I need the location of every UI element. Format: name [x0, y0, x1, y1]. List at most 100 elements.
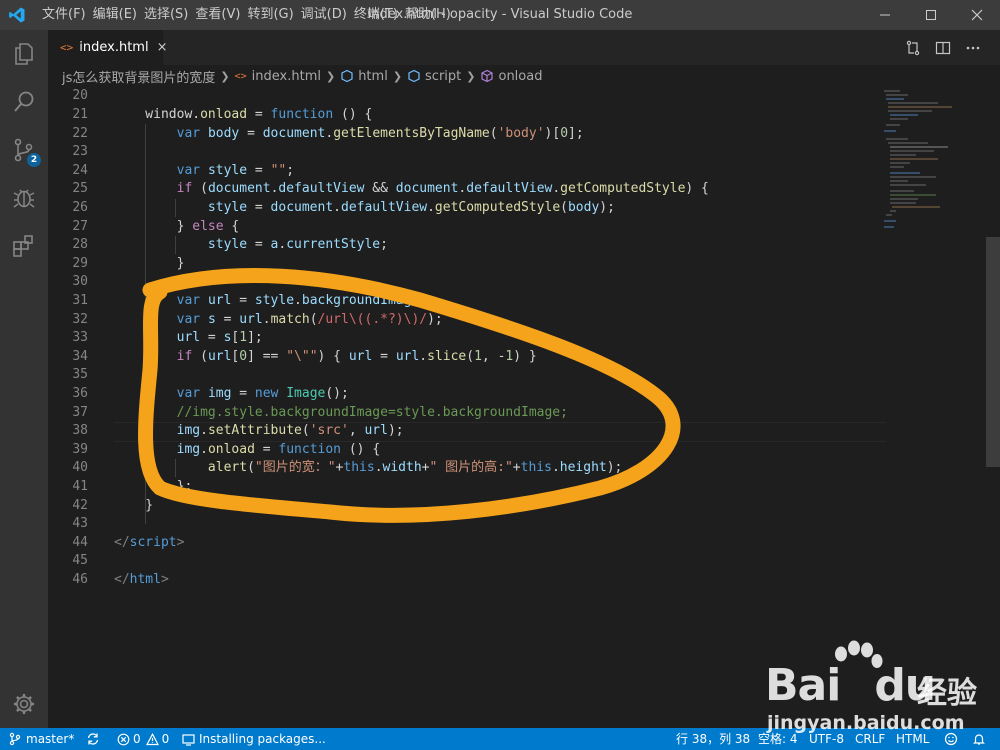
line-number: 41: [72, 479, 88, 494]
code-line-28: style = a.currentStyle;: [207, 237, 388, 253]
tab-label: index.html: [79, 40, 149, 55]
files-icon: [15, 43, 33, 65]
menu-go[interactable]: 转到(G): [247, 0, 300, 30]
code-line-37: //img.style.backgroundImage=style.backgr…: [176, 404, 568, 420]
tab-bar: <> index.html ×: [48, 30, 1000, 65]
manage-button[interactable]: [0, 680, 48, 728]
maximize-button[interactable]: [908, 0, 954, 30]
output-icon: [182, 733, 195, 746]
title-bar: 文件(F) 编辑(E) 选择(S) 查看(V) 转到(G) 调试(D) 终端(T…: [0, 0, 1000, 30]
code-line-44: </script>: [114, 534, 185, 550]
menu-terminal[interactable]: 终端(T): [354, 0, 405, 30]
branch-label: master*: [26, 732, 75, 746]
code-line-46: </html>: [114, 572, 169, 587]
sync-button[interactable]: [86, 728, 100, 750]
breadcrumb-file-label: index.html: [251, 68, 321, 84]
minimize-icon: [880, 14, 890, 16]
line-number: 44: [72, 534, 88, 550]
breadcrumb-onload[interactable]: onload: [480, 69, 542, 84]
task-status[interactable]: Installing packages...: [182, 728, 326, 750]
breadcrumb-html[interactable]: html: [340, 69, 388, 84]
menu-view[interactable]: 查看(V): [195, 0, 247, 30]
breadcrumb-folder[interactable]: js怎么获取背景图片的宽度: [62, 67, 215, 86]
vertical-scrollbar[interactable]: [986, 237, 1000, 467]
symbol-element-icon: [341, 69, 353, 83]
breadcrumb-script[interactable]: script: [407, 69, 461, 84]
line-number: 30: [72, 274, 88, 290]
line-number: 43: [72, 516, 88, 532]
problems-status[interactable]: 0 0: [117, 728, 169, 750]
search-button[interactable]: [0, 78, 48, 126]
code-line-26: style = document.defaultView.getComputed…: [207, 200, 615, 215]
chevron-right-icon: ❯: [466, 69, 476, 83]
menu-file[interactable]: 文件(F): [42, 0, 93, 30]
line-number: 40: [72, 460, 88, 476]
sync-icon: [87, 733, 99, 745]
code-line-24: var style = "";: [176, 162, 295, 178]
line-number: 20: [72, 88, 88, 104]
code-line-22: var body = document.getElementsByTagName…: [176, 125, 584, 141]
watermark-url: jingyan.baidu.com: [767, 712, 965, 734]
tab-index-html[interactable]: <> index.html ×: [48, 30, 167, 65]
code-line-36: var img = new Image();: [176, 386, 349, 401]
error-icon: [117, 733, 130, 745]
line-number: 25: [72, 181, 88, 197]
line-number: 22: [72, 125, 88, 141]
line-number: 24: [72, 162, 88, 178]
menu-edit[interactable]: 编辑(E): [93, 0, 144, 30]
code-line-33: url = s[1];: [176, 330, 263, 346]
code-line-27: } else {: [114, 218, 240, 234]
extensions-button[interactable]: [0, 222, 48, 270]
line-number: 31: [72, 293, 88, 308]
search-icon: [14, 91, 34, 112]
line-number: 21: [72, 107, 88, 122]
close-window-button[interactable]: [954, 0, 1000, 30]
open-changes-button[interactable]: [898, 30, 928, 65]
gear-icon: [14, 694, 34, 714]
line-number: 32: [72, 311, 88, 327]
line-number: 36: [72, 386, 88, 401]
code-line-40: alert("图片的宽："+this.width+" 图片的高:"+this.h…: [207, 460, 623, 476]
chevron-right-icon: ❯: [220, 69, 230, 83]
line-number: 37: [72, 404, 88, 420]
line-number: 35: [72, 367, 88, 383]
baidu-logo-text: Bai du: [765, 660, 936, 711]
code-line-31: var url = style.backgroundImage;: [176, 293, 428, 308]
code-line-38: img.setAttribute('src', url);: [176, 423, 404, 439]
html-file-icon: <>: [60, 41, 74, 54]
minimap[interactable]: [878, 87, 988, 728]
menu-selection[interactable]: 选择(S): [144, 0, 195, 30]
explorer-button[interactable]: [0, 30, 48, 78]
breadcrumb-file[interactable]: <> index.html: [235, 69, 321, 84]
line-number: 34: [72, 348, 88, 364]
vscode-logo-icon: [9, 7, 25, 23]
more-actions-button[interactable]: [958, 30, 988, 65]
cursor-position[interactable]: 行 38，列 38: [676, 728, 750, 750]
git-branch-icon: [9, 732, 21, 746]
menu-help[interactable]: 帮助(H): [405, 0, 458, 30]
code-line-41: };: [114, 479, 193, 494]
minimize-button[interactable]: [862, 0, 908, 30]
line-number: 29: [72, 255, 88, 271]
code-editor[interactable]: 20 21 22 23 24 25 26 27 28 29 30 31 32 33 34 35 36 37 38 39…: [48, 87, 1000, 728]
tab-close-icon[interactable]: ×: [157, 40, 168, 55]
close-icon: [971, 9, 983, 21]
extensions-icon: [13, 235, 33, 257]
split-editor-button[interactable]: [928, 30, 958, 65]
code-line-42: }: [114, 497, 154, 513]
chevron-right-icon: ❯: [325, 69, 336, 83]
breadcrumb: js怎么获取背景图片的宽度 ❯ <> index.html ❯ html ❯ s…: [48, 65, 1000, 87]
ellipsis-icon: [966, 46, 980, 49]
symbol-element-icon: [408, 69, 420, 83]
breadcrumb-html-label: html: [358, 68, 388, 84]
source-control-button[interactable]: 2: [0, 126, 48, 174]
menu-bar: 文件(F) 编辑(E) 选择(S) 查看(V) 转到(G) 调试(D) 终端(T…: [42, 0, 458, 30]
activity-bar: 2: [0, 30, 48, 728]
menu-debug[interactable]: 调试(D): [301, 0, 354, 30]
warning-count: 0: [161, 732, 170, 746]
branch-status[interactable]: master*: [8, 728, 74, 750]
code-line-25: if (document.defaultView && document.def…: [176, 181, 709, 197]
code-line-32: var s = url.match(/url\((.*?)\)/);: [176, 311, 443, 327]
debug-button[interactable]: [0, 174, 48, 222]
compare-changes-icon: [906, 40, 920, 55]
